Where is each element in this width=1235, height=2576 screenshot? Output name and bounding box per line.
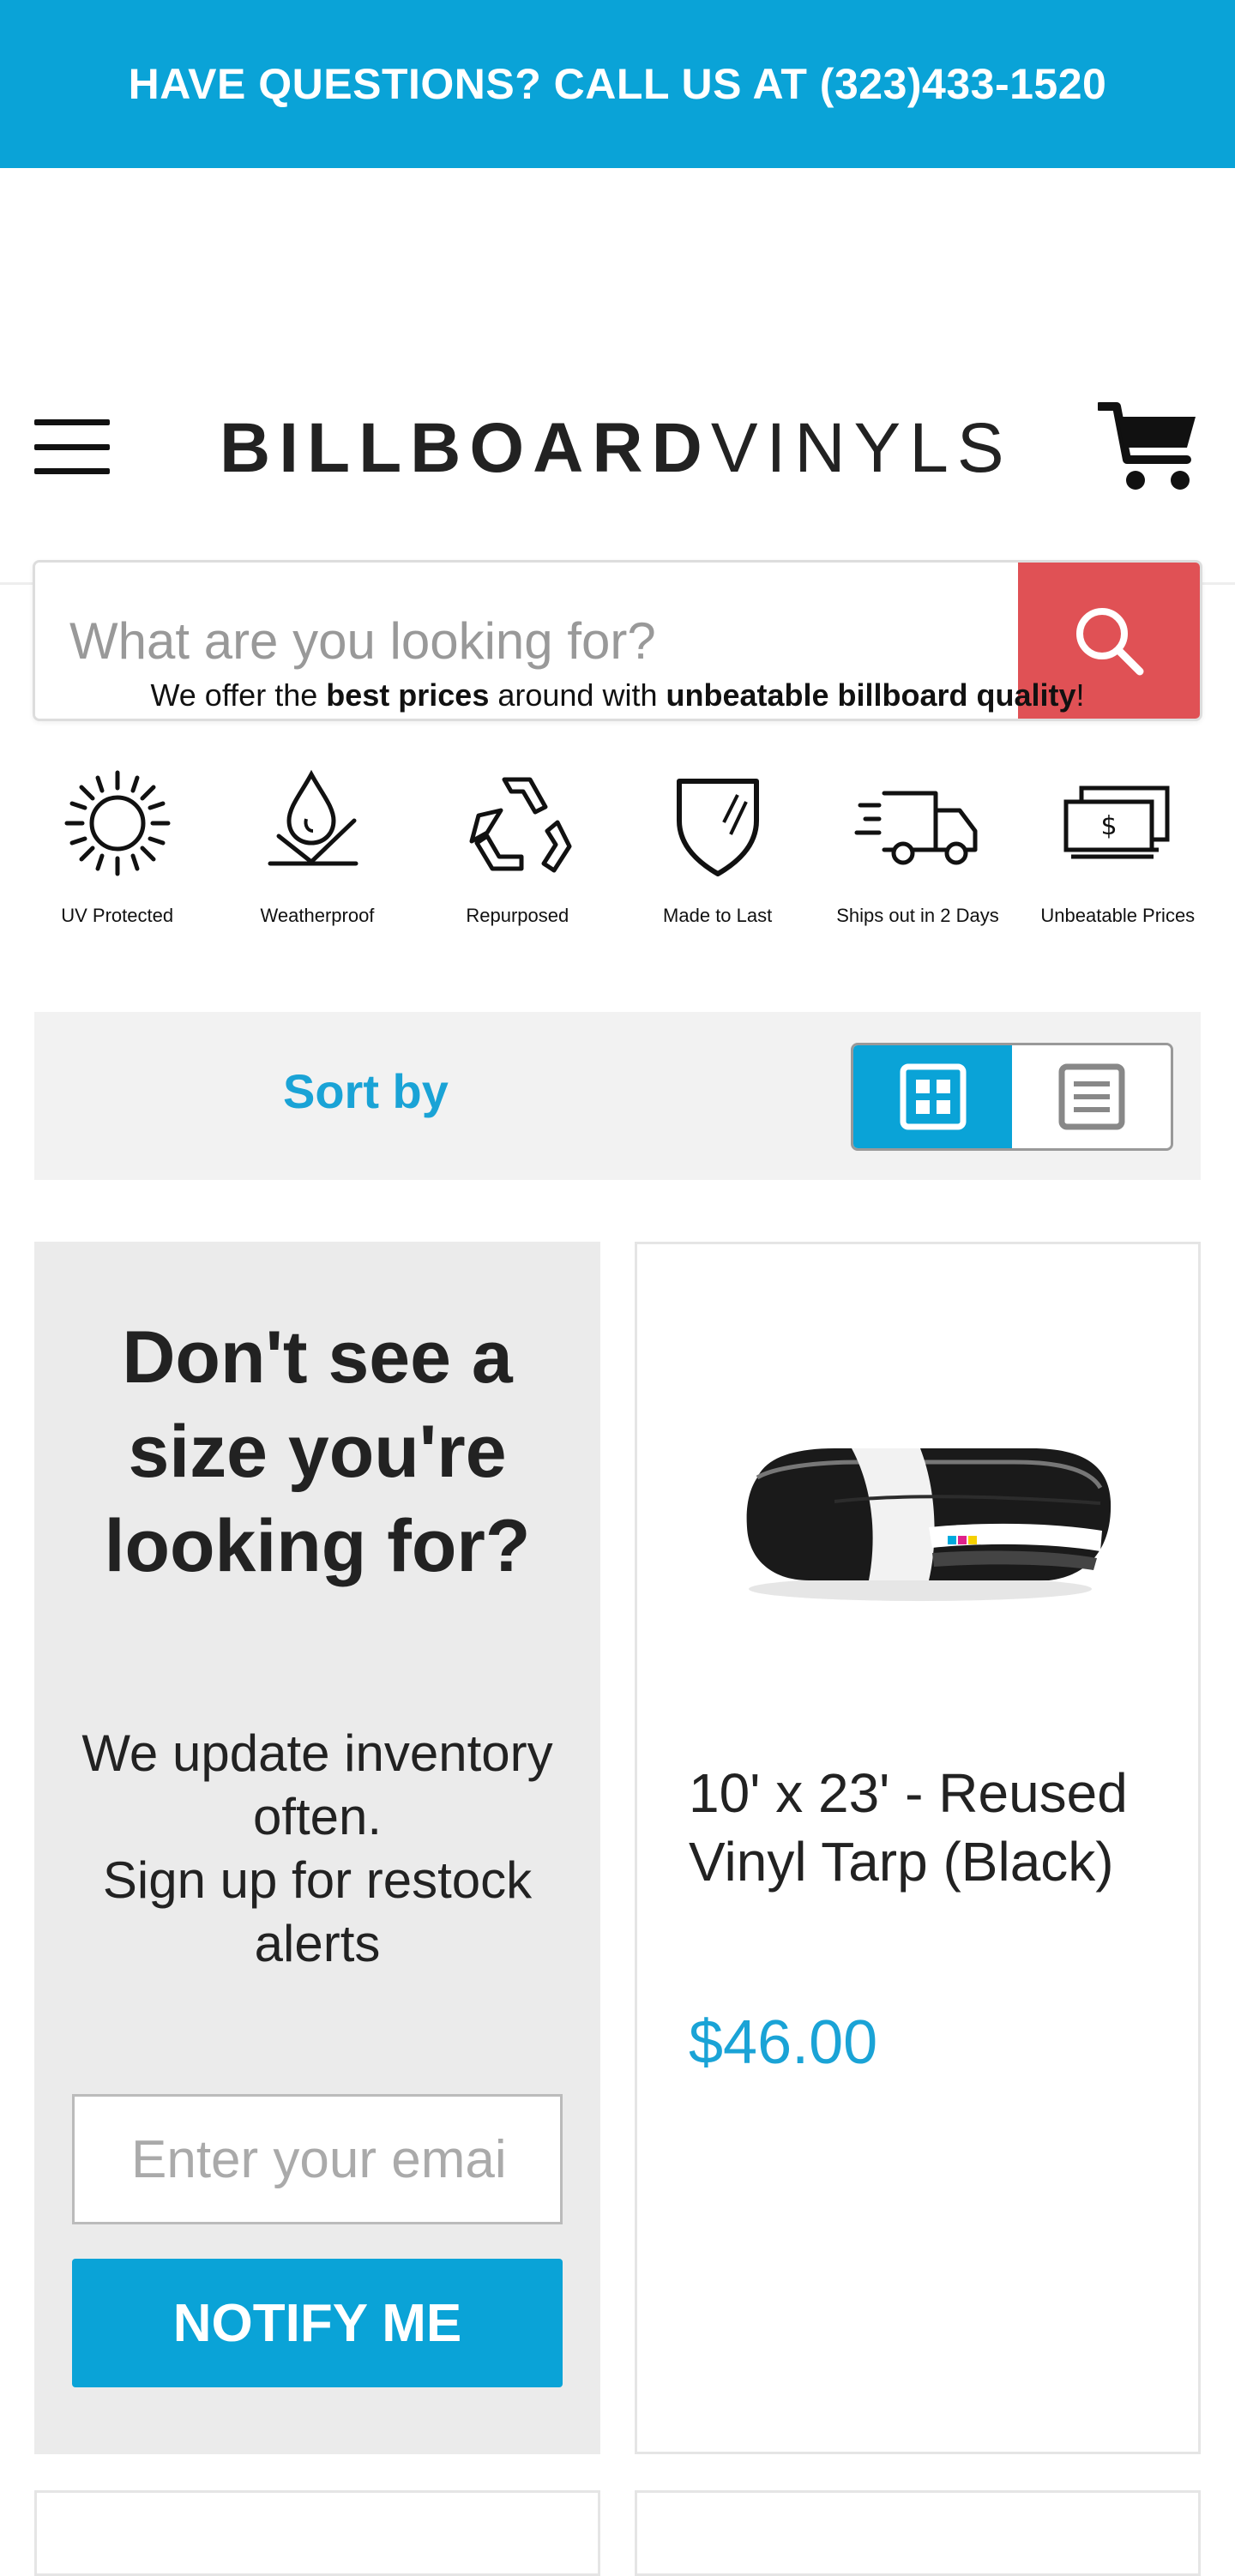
restock-promo-card: Don't see a size you're looking for? We … (34, 1242, 600, 2454)
logo-bold-text: BILLBOARD (220, 409, 711, 487)
sun-icon (64, 770, 171, 876)
feature-label: Ships out in 2 Days (836, 905, 999, 926)
site-header: BILLBOARDVINYLS (0, 168, 1235, 721)
product-card-partial[interactable] (34, 2490, 600, 2576)
sort-bar: Sort by (34, 1012, 1201, 1180)
feature-uv-protected: UV Protected (23, 767, 212, 927)
product-title[interactable]: 10' x 23' - Reused Vinyl Tarp (Black) (689, 1759, 1169, 1896)
feature-made-to-last: Made to Last (624, 767, 812, 927)
feature-label: Unbeatable Prices (1040, 905, 1196, 926)
email-field[interactable] (72, 2094, 563, 2224)
list-icon (1058, 1063, 1124, 1130)
product-price: $46.00 (689, 2008, 878, 2077)
search-icon (1076, 608, 1144, 676)
offer-text: We offer the best prices around with unb… (150, 677, 1085, 713)
feature-label: Repurposed (466, 905, 569, 926)
product-card-partial[interactable] (635, 2490, 1201, 2576)
notify-me-button[interactable]: NOTIFY ME (72, 2259, 563, 2387)
cart-button[interactable] (1095, 400, 1201, 494)
menu-icon (34, 419, 110, 425)
feature-repurposed: Repurposed (423, 767, 611, 927)
view-toggle (851, 1043, 1173, 1151)
feature-label: Made to Last (663, 905, 773, 926)
grid-view-button[interactable] (853, 1045, 1012, 1148)
cart-icon (1095, 402, 1196, 490)
restock-promo-text: We update inventory often. Sign up for r… (81, 1724, 553, 1972)
feature-unbeatable-prices: $ Unbeatable Prices (1023, 767, 1212, 927)
truck-icon (854, 791, 978, 865)
water-drop-icon (268, 769, 358, 866)
grid-icon (900, 1063, 966, 1130)
promo-bar-text: HAVE QUESTIONS? CALL US AT (323)433-1520 (128, 60, 1107, 108)
feature-strip: UV Protected Weatherproof Repurposed Mad… (0, 767, 1235, 927)
recycle-icon (469, 777, 572, 873)
logo-light-text: VINYLS (710, 409, 1013, 487)
restock-promo-title: Don't see a size you're looking for? (104, 1316, 531, 1587)
list-view-button[interactable] (1012, 1045, 1171, 1148)
svg-text:$: $ (1101, 811, 1118, 841)
shield-icon (676, 779, 759, 876)
feature-label: Weatherproof (260, 905, 375, 926)
site-logo[interactable]: BILLBOARDVINYLS (220, 408, 1013, 489)
product-card[interactable]: 10' x 23' - Reused Vinyl Tarp (Black) $4… (635, 1242, 1201, 2454)
product-image[interactable] (723, 1399, 1118, 1622)
feature-weatherproof: Weatherproof (223, 767, 412, 927)
money-icon: $ (1063, 785, 1170, 859)
promo-bar: HAVE QUESTIONS? CALL US AT (323)433-1520 (0, 0, 1235, 168)
sort-by-button[interactable]: Sort by (283, 1063, 449, 1119)
menu-button[interactable] (34, 419, 111, 474)
feature-label: UV Protected (61, 905, 174, 926)
feature-ships-fast: Ships out in 2 Days (823, 767, 1012, 927)
